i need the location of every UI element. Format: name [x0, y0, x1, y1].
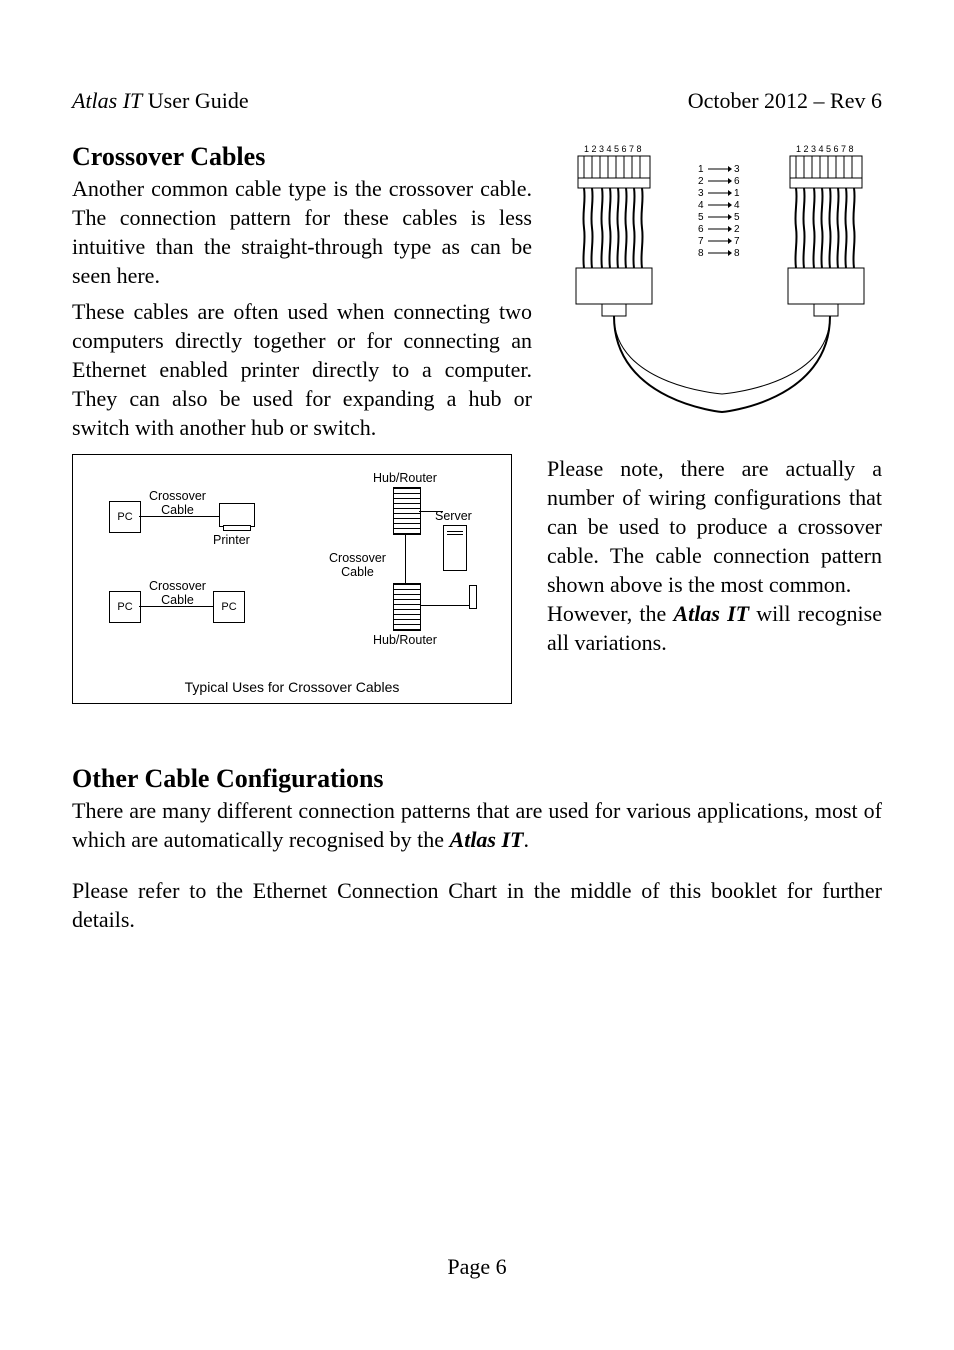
crossover-wiring-figure: 1 2 3 4 5 6 7 8	[562, 142, 882, 427]
section1-heading: Crossover Cables	[72, 142, 532, 172]
wiring-svg: 1 2 3 4 5 6 7 8	[562, 142, 882, 422]
line-hub-server-2	[419, 605, 469, 606]
page-footer: Page 6	[0, 1254, 954, 1280]
svg-text:2: 2	[734, 224, 740, 235]
svg-text:5: 5	[734, 212, 740, 223]
pc-box-1: PC	[109, 501, 141, 533]
crossover-label-1: Crossover Cable	[149, 489, 206, 517]
pin-mapping: 1326314455627788	[698, 164, 740, 259]
svg-text:6: 6	[698, 224, 704, 235]
svg-text:4: 4	[734, 200, 740, 211]
svg-text:7: 7	[698, 236, 704, 247]
page-header: Atlas IT User Guide October 2012 – Rev 6	[72, 88, 882, 114]
section2-p1-post: .	[524, 827, 530, 852]
server-box	[443, 525, 467, 571]
connector-right: 1 2 3 4 5 6 7 8	[788, 144, 864, 316]
svg-text:8: 8	[698, 248, 704, 259]
cable-outer	[614, 316, 830, 412]
line-hub-server-1	[419, 511, 443, 512]
svg-text:4: 4	[698, 200, 704, 211]
hubrouter-label-bottom: Hub/Router	[373, 633, 437, 647]
connector-left: 1 2 3 4 5 6 7 8	[576, 144, 652, 316]
line-1	[139, 516, 219, 517]
section2-p1: There are many different connection patt…	[72, 796, 882, 854]
pins-right-label: 1 2 3 4 5 6 7 8	[796, 144, 854, 154]
printer-label: Printer	[213, 533, 250, 547]
crossover-label-3: Crossover Cable	[329, 551, 386, 579]
vline-hubs	[405, 533, 406, 583]
hubrouter-label-top: Hub/Router	[373, 471, 437, 485]
header-right: October 2012 – Rev 6	[688, 88, 882, 114]
pc-box-3: PC	[213, 591, 245, 623]
header-doc: User Guide	[142, 88, 248, 113]
printer-box	[219, 503, 255, 527]
svg-text:1: 1	[734, 188, 740, 199]
svg-text:2: 2	[698, 176, 704, 187]
svg-text:5: 5	[698, 212, 704, 223]
hub-top	[393, 487, 421, 535]
crossover-label-2: Crossover Cable	[149, 579, 206, 607]
section2-p1-em: Atlas IT	[450, 827, 524, 852]
section1b-p3b-em: Atlas IT	[673, 601, 749, 626]
header-product: Atlas IT	[72, 88, 142, 113]
section1b-p3a: Please note, there are actually a number…	[547, 456, 882, 597]
svg-text:7: 7	[734, 236, 740, 247]
section1-p2: These cables are often used when connect…	[72, 297, 532, 442]
pc-label-2: PC	[117, 601, 132, 613]
svg-text:8: 8	[734, 248, 740, 259]
diagram-caption: Typical Uses for Crossover Cables	[73, 679, 511, 695]
pc-label-3: PC	[221, 601, 236, 613]
svg-text:6: 6	[734, 176, 740, 187]
printer-base	[223, 525, 251, 531]
pc-box-2: PC	[109, 591, 141, 623]
uses-diagram: PC Crossover Cable Printer PC Crossover …	[72, 454, 512, 704]
pc-label: PC	[117, 511, 132, 523]
hub-bottom	[393, 583, 421, 631]
pins-left-label: 1 2 3 4 5 6 7 8	[584, 144, 642, 154]
section1-p1: Another common cable type is the crossov…	[72, 174, 532, 290]
svg-text:3: 3	[698, 188, 704, 199]
svg-text:3: 3	[734, 164, 740, 175]
header-left: Atlas IT User Guide	[72, 88, 249, 114]
section2-p2: Please refer to the Ethernet Connection …	[72, 876, 882, 934]
section1b-p3b-pre: However, the	[547, 601, 673, 626]
server-tower	[469, 585, 477, 609]
line-2	[139, 606, 213, 607]
svg-text:1: 1	[698, 164, 704, 175]
section1b-text: Please note, there are actually a number…	[547, 454, 882, 657]
section2-heading: Other Cable Configurations	[72, 764, 882, 794]
